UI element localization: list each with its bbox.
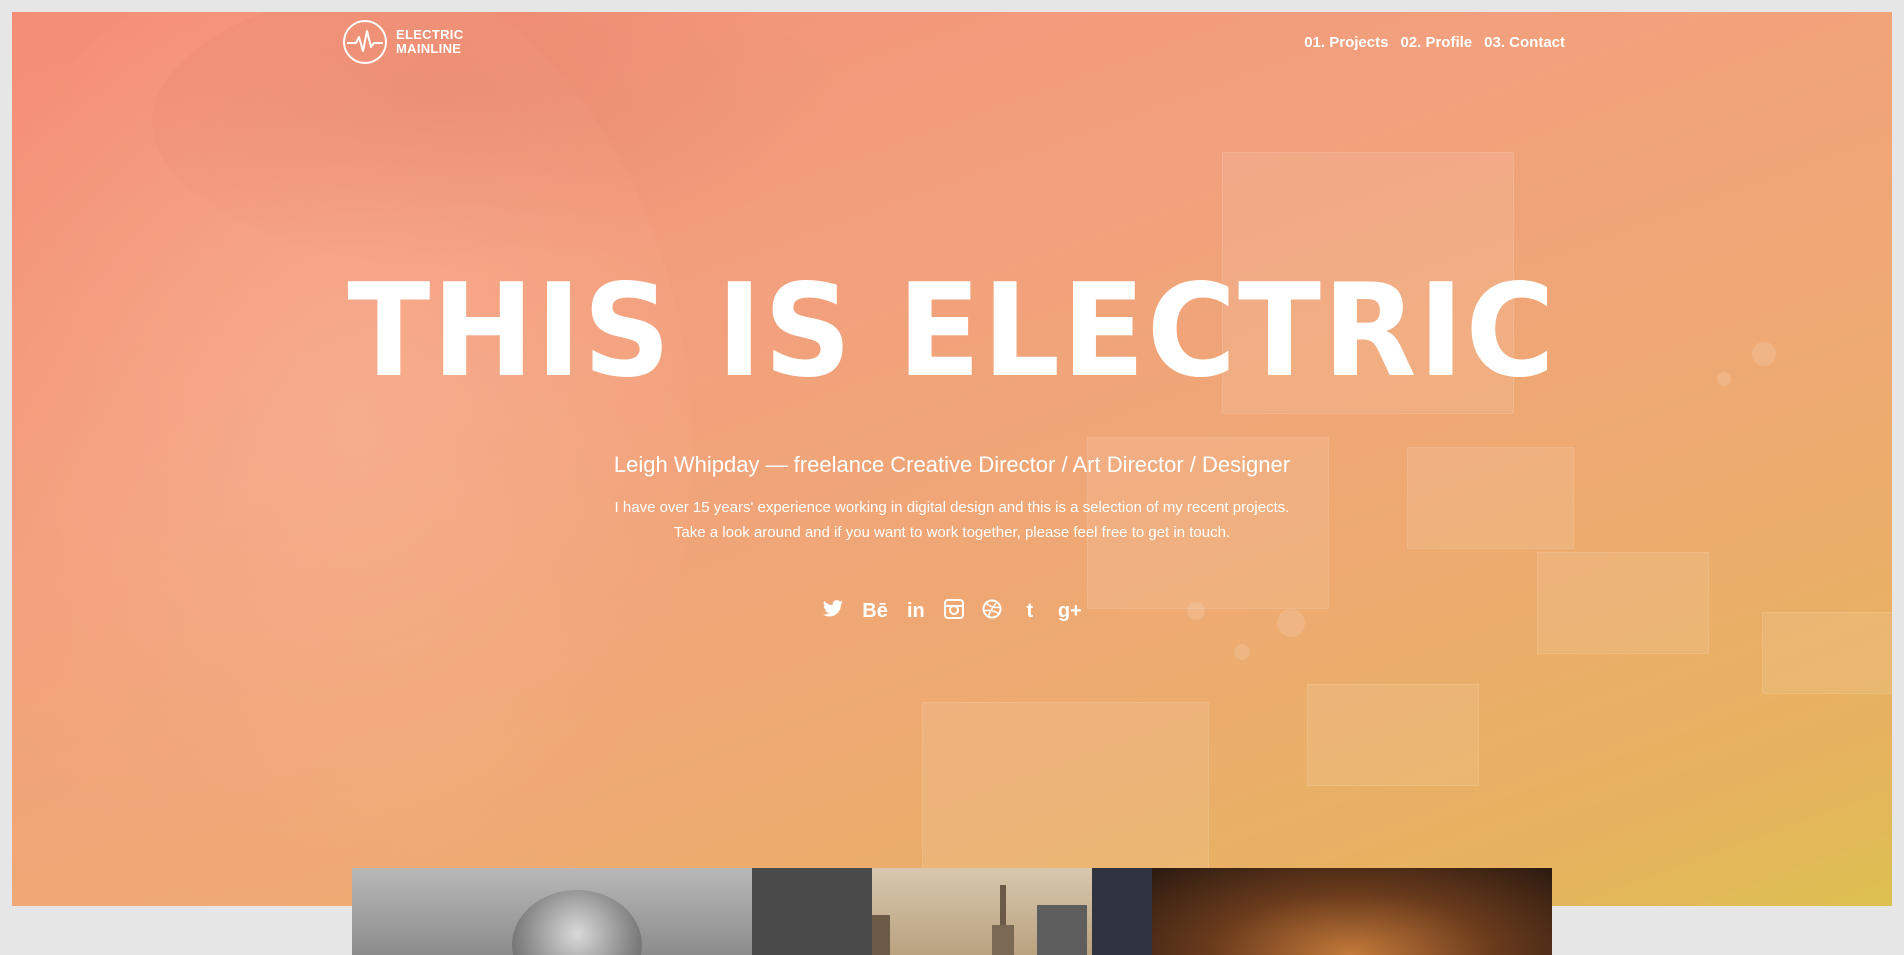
google-plus-icon[interactable]: g+ [1058, 599, 1082, 623]
linkedin-icon[interactable]: in [906, 599, 926, 623]
instagram-icon[interactable] [943, 599, 964, 623]
tumblr-icon[interactable]: t [1020, 599, 1040, 623]
project-thumb-city[interactable] [752, 868, 1152, 955]
logo-wordmark: ELECTRIC MAINLINE [396, 28, 463, 56]
background-tile [922, 702, 1209, 894]
twitter-icon[interactable] [822, 599, 844, 623]
nav-profile-link[interactable]: 02. Profile [1400, 34, 1472, 51]
background-tile [1762, 612, 1892, 694]
intro-line-2: Take a look around and if you want to wo… [673, 524, 1231, 541]
nav-contact-link[interactable]: 03. Contact [1484, 34, 1565, 51]
project-thumb-fire[interactable] [1152, 868, 1552, 955]
logo-line-1: ELECTRIC [396, 27, 464, 42]
site-logo[interactable]: ELECTRIC MAINLINE [342, 19, 463, 65]
logo-line-2: MAINLINE [396, 41, 462, 56]
hero-section: ELECTRIC MAINLINE 01. Projects 02. Profi… [12, 12, 1892, 906]
hero-tagline: Leigh Whipday — freelance Creative Direc… [613, 452, 1291, 477]
project-thumbnails [352, 868, 1552, 955]
main-nav: 01. Projects 02. Profile 03. Contact [1304, 34, 1565, 51]
nav-projects-link[interactable]: 01. Projects [1304, 34, 1388, 51]
pulse-circle-icon [343, 20, 387, 64]
intro-line-1: I have over 15 years' experience working… [614, 499, 1290, 516]
project-thumb-portrait[interactable] [352, 868, 752, 955]
behance-icon[interactable]: Bē [862, 599, 888, 623]
hero-intro: I have over 15 years' experience working… [12, 495, 1892, 545]
dribbble-icon[interactable] [982, 599, 1002, 623]
background-tile [1307, 684, 1479, 786]
hero-headline: THIS IS ELECTRIC [347, 257, 1557, 406]
social-links: Bē in t g+ [12, 599, 1892, 623]
background-dot [1234, 644, 1250, 660]
